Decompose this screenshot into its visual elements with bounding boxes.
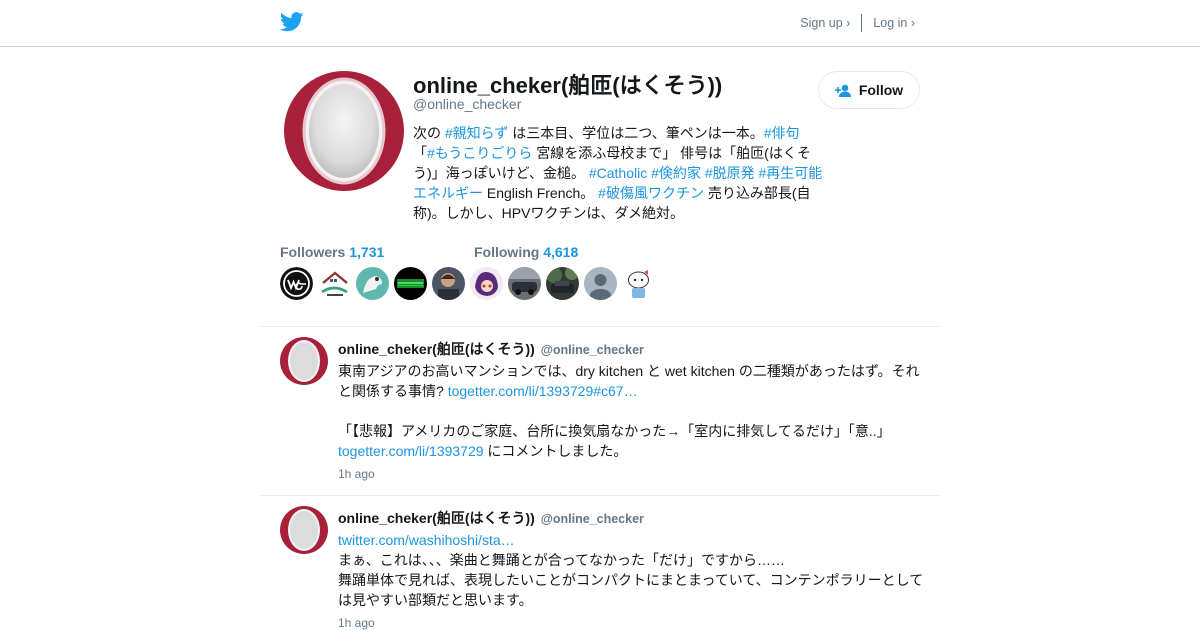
tweet-author-name[interactable]: online_cheker(舶匝(はくそう))	[338, 510, 535, 526]
auth-links: Sign up › Log in ›	[800, 14, 915, 32]
add-user-icon	[834, 84, 851, 97]
tweet-author-handle[interactable]: @online_checker	[541, 512, 644, 526]
profile-header: online_cheker(舶匝(はくそう)) @online_checker …	[280, 47, 920, 327]
tweet-author-avatar[interactable]	[280, 337, 328, 385]
follower-avatar[interactable]	[394, 267, 427, 300]
tweet-text: にコメントしました。	[483, 443, 628, 459]
tweet-card[interactable]: online_cheker(舶匝(はくそう)) @online_checker …	[260, 495, 940, 630]
tweet-timestamp[interactable]: 1h ago	[338, 464, 930, 484]
bio-text: English French。	[483, 185, 599, 201]
hashtag-link[interactable]: #Catholic	[589, 165, 647, 181]
follow-button[interactable]: Follow	[818, 71, 920, 109]
following-label: Following	[474, 244, 540, 260]
tweet-author-name[interactable]: online_cheker(舶匝(はくそう))	[338, 341, 535, 357]
follower-avatar[interactable]	[508, 267, 541, 300]
tweet-paragraph: 「【悲報】アメリカのご家庭、台所に換気扇なかった→「室内に排気してるだけ」「意.…	[338, 423, 891, 439]
bio-text: 次の	[413, 125, 445, 141]
twitter-bird-icon[interactable]	[280, 11, 304, 33]
follower-avatar[interactable]	[318, 267, 351, 300]
tweet-body: twitter.com/washihoshi/sta… まぁ、これは、、、楽曲と…	[338, 530, 930, 630]
hashtag-link[interactable]: #脱原発	[705, 165, 755, 181]
tweet-body: 東南アジアのお高いマンションでは、dry kitchen と wet kitch…	[338, 361, 930, 484]
follower-avatar[interactable]	[280, 267, 313, 300]
following-count: 4,618	[543, 244, 579, 260]
tweet-paragraph: togetter.com/li/1393729 にコメントしました。	[338, 441, 930, 461]
log-in-link[interactable]: Log in ›	[873, 16, 915, 30]
tweet-paragraph: まぁ、これは、、、楽曲と舞踊とが合ってなかった「だけ」ですから……	[338, 552, 786, 568]
following-stat[interactable]: Following 4,618	[474, 244, 578, 260]
follow-button-label: Follow	[858, 82, 904, 98]
follower-avatar[interactable]	[622, 267, 655, 300]
tweet-paragraph: twitter.com/washihoshi/sta…	[338, 530, 930, 550]
nav-divider	[861, 14, 863, 32]
hashtag-link[interactable]: #もうこりごりら	[427, 145, 532, 161]
profile-handle: @online_checker	[413, 96, 522, 112]
tweet-author-handle[interactable]: @online_checker	[541, 343, 644, 357]
hashtag-link[interactable]: #破傷風ワクチン	[598, 185, 704, 201]
followers-count: 1,731	[349, 244, 385, 260]
follower-avatar[interactable]	[584, 267, 617, 300]
profile-bio: 次の #親知らず は三本目、学位は二つ、筆ペンは一本。#俳句 「#もうこりごりら …	[413, 123, 828, 223]
follower-avatars	[280, 267, 660, 300]
followers-label: Followers	[280, 244, 346, 260]
tweet-card[interactable]: online_cheker(舶匝(はくそう)) @online_checker …	[260, 326, 940, 496]
follower-avatar[interactable]	[356, 267, 389, 300]
hashtag-link[interactable]: #倹約家	[651, 165, 701, 181]
tweet-header: online_cheker(舶匝(はくそう)) @online_checker	[338, 339, 644, 359]
tweet-timestamp[interactable]: 1h ago	[338, 613, 930, 630]
follower-avatar[interactable]	[432, 267, 465, 300]
bio-text: 「	[413, 145, 427, 161]
top-nav-bar: Sign up › Log in ›	[0, 0, 1200, 47]
profile-avatar[interactable]	[284, 71, 404, 191]
bio-text: は三本目、学位は二つ、筆ペンは一本。	[508, 125, 764, 141]
tweet-header: online_cheker(舶匝(はくそう)) @online_checker	[338, 508, 644, 528]
hashtag-link[interactable]: #親知らず	[445, 125, 509, 141]
followers-stat[interactable]: Followers 1,731	[280, 244, 384, 260]
sign-up-link[interactable]: Sign up ›	[800, 16, 850, 30]
tweet-paragraph: 東南アジアのお高いマンションでは、dry kitchen と wet kitch…	[338, 361, 930, 401]
tweet-link[interactable]: togetter.com/li/1393729	[338, 443, 484, 459]
tweet-link[interactable]: twitter.com/washihoshi/sta…	[338, 532, 515, 548]
tweet-author-avatar[interactable]	[280, 506, 328, 554]
follower-avatar[interactable]	[470, 267, 503, 300]
hashtag-link[interactable]: #俳句	[764, 125, 800, 141]
tweet-link[interactable]: togetter.com/li/1393729#c67…	[448, 383, 638, 399]
follow-counts: Followers 1,731 Following 4,618	[280, 244, 680, 260]
tweet-paragraph: 舞踊単体で見れば、表現したいことがコンパクトにまとまっていて、コンテンポラリーと…	[338, 572, 924, 608]
follower-avatar[interactable]	[546, 267, 579, 300]
